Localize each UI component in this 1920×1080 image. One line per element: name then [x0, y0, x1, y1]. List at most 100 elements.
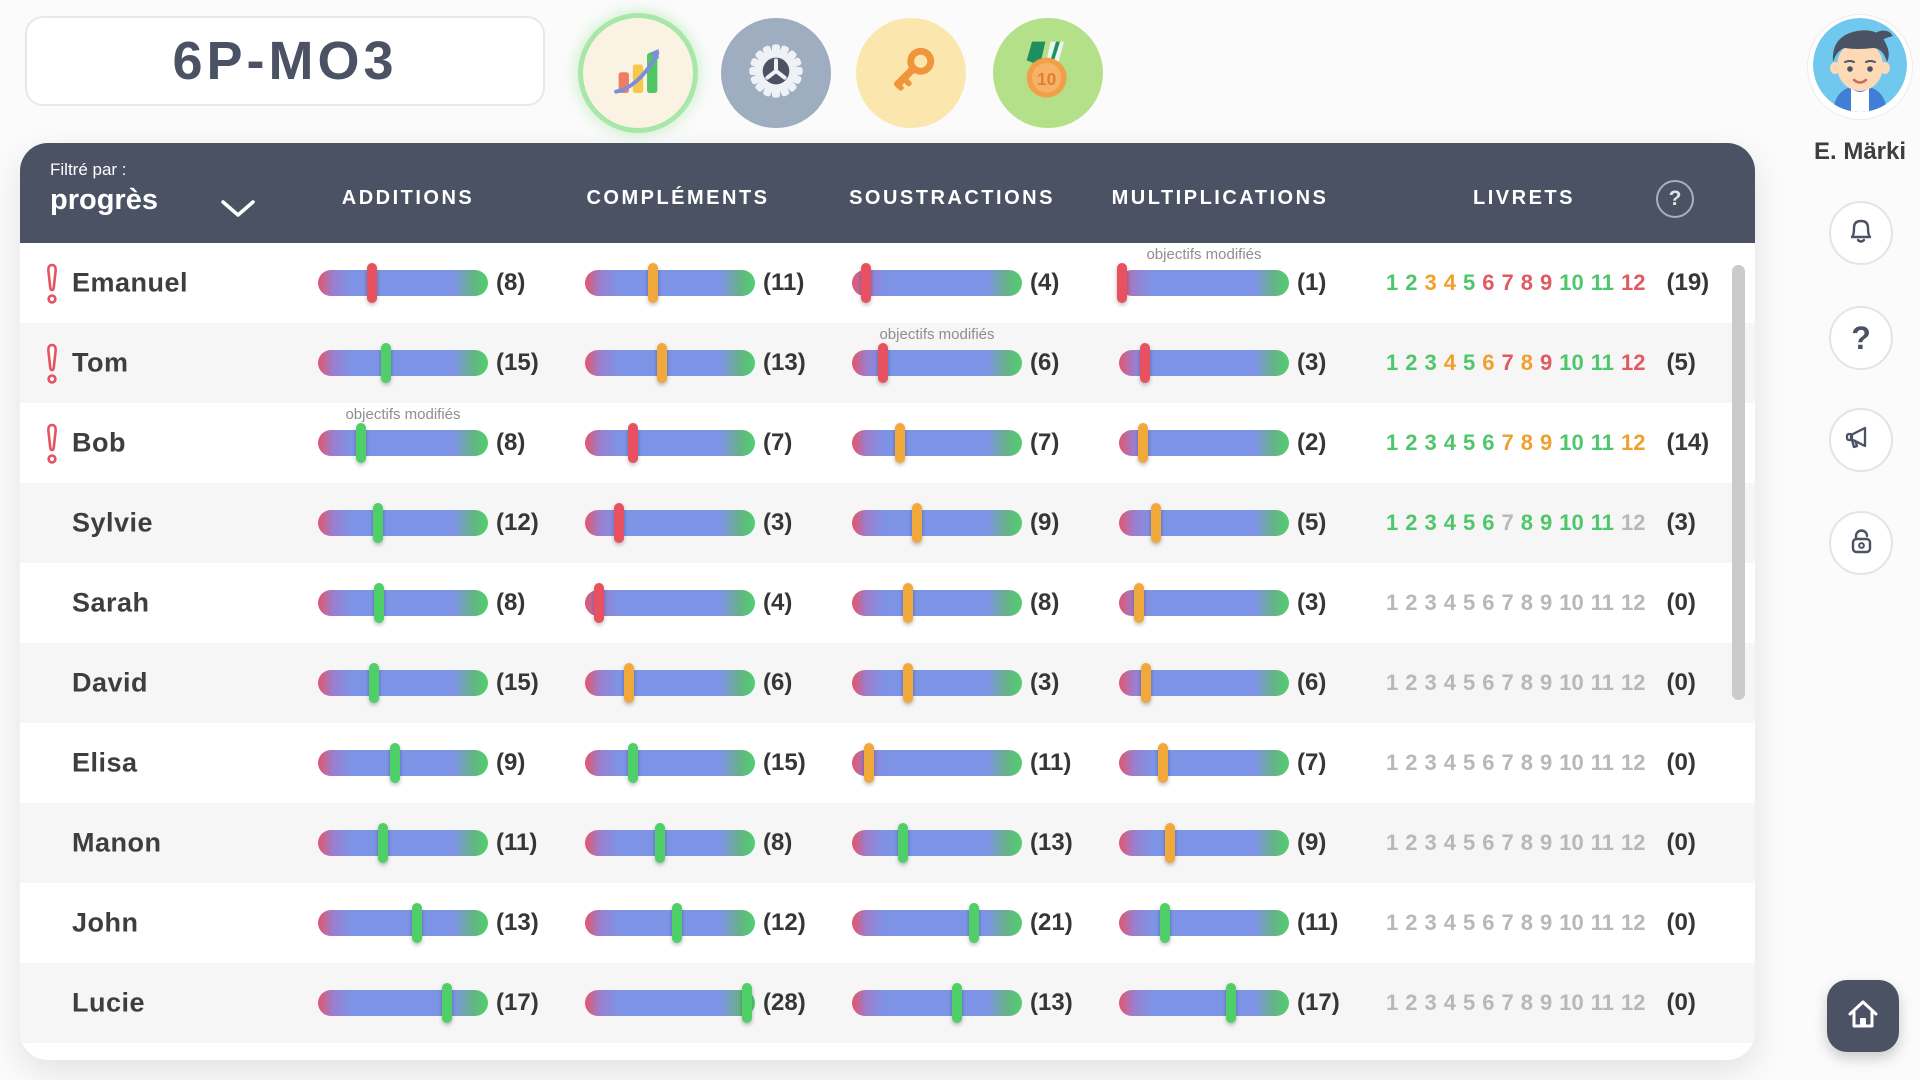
livret-number-3[interactable]: 3 [1425, 590, 1437, 616]
skill-bar-soustractions[interactable] [852, 983, 1022, 1023]
student-name[interactable]: John [72, 908, 139, 939]
livret-number-12[interactable]: 12 [1621, 910, 1645, 936]
livret-number-4[interactable]: 4 [1444, 350, 1456, 376]
livret-number-7[interactable]: 7 [1502, 750, 1514, 776]
progress-marker[interactable] [864, 743, 874, 783]
progress-marker[interactable] [1158, 743, 1169, 783]
progress-chart-button[interactable] [583, 18, 693, 128]
announcements-button[interactable] [1829, 408, 1893, 472]
progress-marker[interactable] [1141, 663, 1152, 703]
livret-number-2[interactable]: 2 [1405, 590, 1417, 616]
skill-bar-complements[interactable] [585, 583, 755, 623]
livret-number-5[interactable]: 5 [1463, 990, 1475, 1016]
student-name[interactable]: Elisa [72, 748, 138, 779]
progress-marker[interactable] [1134, 583, 1145, 623]
progress-marker[interactable] [367, 263, 378, 303]
chevron-down-icon[interactable] [220, 199, 256, 224]
skill-bar-soustractions[interactable] [852, 663, 1022, 703]
skill-bar-multiplications[interactable] [1119, 423, 1289, 463]
livret-number-4[interactable]: 4 [1444, 990, 1456, 1016]
livret-number-8[interactable]: 8 [1521, 750, 1533, 776]
skill-bar-soustractions[interactable] [852, 343, 1022, 383]
livret-number-9[interactable]: 9 [1540, 270, 1552, 296]
student-name[interactable]: Lucie [72, 988, 145, 1019]
livret-number-3[interactable]: 3 [1425, 270, 1437, 296]
help-button[interactable]: ? [1829, 306, 1893, 370]
lock-button[interactable] [1829, 511, 1893, 575]
livret-number-8[interactable]: 8 [1521, 590, 1533, 616]
progress-marker[interactable] [381, 343, 391, 383]
progress-marker[interactable] [656, 343, 667, 383]
skill-bar-complements[interactable] [585, 743, 755, 783]
livret-number-1[interactable]: 1 [1386, 750, 1398, 776]
livret-number-9[interactable]: 9 [1540, 990, 1552, 1016]
skill-bar-multiplications[interactable] [1119, 743, 1289, 783]
rewards-button[interactable]: 10 [993, 18, 1103, 128]
livret-number-1[interactable]: 1 [1386, 510, 1398, 536]
progress-marker[interactable] [411, 903, 422, 943]
skill-bar-complements[interactable] [585, 503, 755, 543]
livret-number-9[interactable]: 9 [1540, 590, 1552, 616]
livret-number-6[interactable]: 6 [1482, 830, 1494, 856]
livret-number-7[interactable]: 7 [1502, 830, 1514, 856]
livret-number-9[interactable]: 9 [1540, 830, 1552, 856]
progress-marker[interactable] [1151, 503, 1162, 543]
skill-bar-multiplications[interactable] [1119, 903, 1289, 943]
notifications-button[interactable] [1829, 201, 1893, 265]
progress-marker[interactable] [1117, 263, 1128, 303]
livret-number-12[interactable]: 12 [1621, 430, 1645, 456]
livret-number-8[interactable]: 8 [1521, 270, 1533, 296]
livret-number-6[interactable]: 6 [1482, 910, 1494, 936]
livret-number-11[interactable]: 11 [1591, 270, 1614, 296]
livret-number-2[interactable]: 2 [1405, 990, 1417, 1016]
livret-number-6[interactable]: 6 [1482, 590, 1494, 616]
progress-marker[interactable] [1226, 983, 1237, 1023]
progress-marker[interactable] [894, 423, 905, 463]
student-name[interactable]: David [72, 668, 148, 699]
livret-number-10[interactable]: 10 [1559, 910, 1583, 936]
settings-button[interactable] [721, 18, 831, 128]
livret-number-12[interactable]: 12 [1621, 590, 1645, 616]
student-name[interactable]: Bob [72, 428, 126, 459]
skill-bar-multiplications[interactable] [1119, 343, 1289, 383]
skill-bar-additions[interactable] [318, 423, 488, 463]
livret-number-11[interactable]: 11 [1591, 750, 1614, 776]
skill-bar-multiplications[interactable] [1119, 823, 1289, 863]
livret-number-8[interactable]: 8 [1521, 430, 1533, 456]
livret-number-8[interactable]: 8 [1521, 510, 1533, 536]
livret-number-7[interactable]: 7 [1502, 670, 1514, 696]
progress-marker[interactable] [903, 663, 914, 703]
progress-marker[interactable] [627, 743, 638, 783]
livret-number-2[interactable]: 2 [1405, 670, 1417, 696]
skill-bar-additions[interactable] [318, 663, 488, 703]
livret-number-1[interactable]: 1 [1386, 270, 1398, 296]
profile-avatar[interactable] [1808, 15, 1912, 119]
livret-number-5[interactable]: 5 [1463, 750, 1475, 776]
livret-number-9[interactable]: 9 [1540, 430, 1552, 456]
progress-marker[interactable] [969, 903, 980, 943]
progress-marker[interactable] [377, 823, 388, 863]
livret-number-1[interactable]: 1 [1386, 910, 1398, 936]
livret-number-3[interactable]: 3 [1425, 830, 1437, 856]
livret-number-6[interactable]: 6 [1482, 350, 1494, 376]
student-name[interactable]: Sylvie [72, 508, 153, 539]
livret-number-5[interactable]: 5 [1463, 510, 1475, 536]
livret-number-4[interactable]: 4 [1444, 750, 1456, 776]
skill-bar-soustractions[interactable] [852, 423, 1022, 463]
livret-number-2[interactable]: 2 [1405, 830, 1417, 856]
livret-number-12[interactable]: 12 [1621, 510, 1645, 536]
progress-marker[interactable] [593, 583, 604, 623]
livret-number-7[interactable]: 7 [1502, 590, 1514, 616]
progress-marker[interactable] [1165, 823, 1175, 863]
livret-number-11[interactable]: 11 [1591, 990, 1614, 1016]
livret-number-4[interactable]: 4 [1444, 270, 1456, 296]
skill-bar-additions[interactable] [318, 983, 488, 1023]
progress-marker[interactable] [911, 503, 922, 543]
livret-number-7[interactable]: 7 [1502, 990, 1514, 1016]
livret-number-3[interactable]: 3 [1425, 670, 1437, 696]
livret-number-3[interactable]: 3 [1425, 990, 1437, 1016]
skill-bar-soustractions[interactable] [852, 823, 1022, 863]
progress-marker[interactable] [952, 983, 963, 1023]
livret-number-6[interactable]: 6 [1482, 430, 1494, 456]
livret-number-5[interactable]: 5 [1463, 590, 1475, 616]
